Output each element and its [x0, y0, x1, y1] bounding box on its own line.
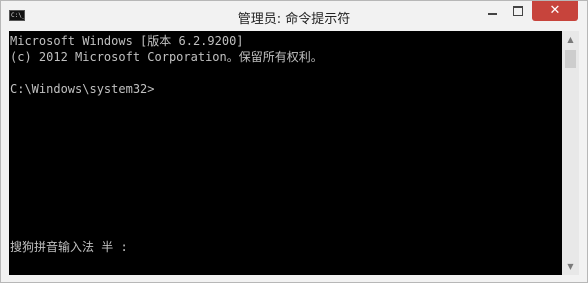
- window-frame-bottom: [1, 275, 587, 282]
- console-line-version: Microsoft Windows [版本 6.2.9200]: [10, 34, 244, 48]
- maximize-icon: [513, 6, 523, 16]
- close-icon: ✕: [549, 3, 561, 18]
- close-button[interactable]: ✕: [532, 1, 578, 21]
- minimize-icon: [487, 13, 497, 15]
- title-bar[interactable]: C:\_ 管理员: 命令提示符 ✕: [1, 1, 587, 31]
- chevron-down-icon: ▼: [567, 262, 574, 271]
- scroll-up-button[interactable]: ▲: [562, 31, 579, 48]
- chevron-up-icon: ▲: [567, 35, 574, 44]
- scrollbar-thumb[interactable]: [565, 50, 576, 68]
- console-prompt[interactable]: C:\Windows\system32>: [10, 82, 155, 96]
- scroll-down-button[interactable]: ▼: [562, 258, 579, 275]
- console-output-area[interactable]: Microsoft Windows [版本 6.2.9200] (c) 2012…: [9, 31, 562, 275]
- minimize-button[interactable]: [479, 1, 505, 21]
- maximize-button[interactable]: [505, 1, 531, 21]
- window-frame-left: [1, 31, 9, 282]
- console-window: C:\_ 管理员: 命令提示符 ✕ Microsoft Windows [版本 …: [0, 0, 588, 283]
- console-line-copyright: (c) 2012 Microsoft Corporation。保留所有权利。: [10, 50, 323, 64]
- ime-status-text: 搜狗拼音输入法 半 :: [10, 240, 128, 254]
- window-frame-right: [579, 31, 587, 282]
- vertical-scrollbar[interactable]: ▲ ▼: [562, 31, 579, 275]
